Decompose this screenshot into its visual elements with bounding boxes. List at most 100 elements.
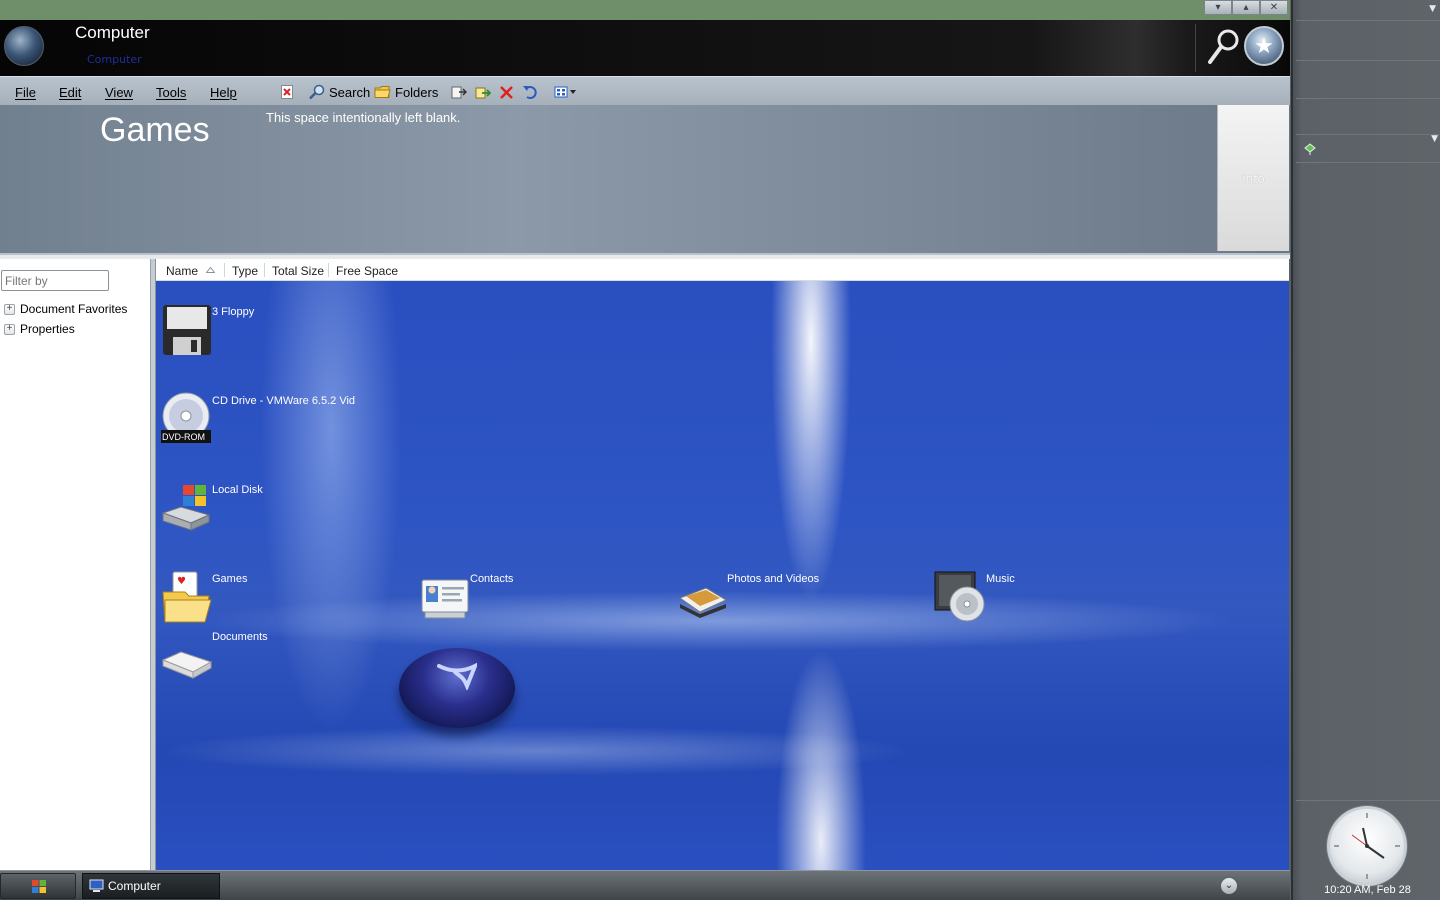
folders-label: Folders [395,84,439,100]
navigation-pane: + Document Favorites + Properties [0,259,151,870]
item-label: Local Disk [212,484,263,496]
delete-document-icon [281,85,293,99]
star-orb-icon[interactable]: ★ [1244,26,1284,66]
banner-description: This space intentionally left blank. [266,110,461,125]
magnifier-icon [309,84,325,100]
tray-expand-icon[interactable]: ⌄ [1221,878,1237,894]
sidebar-divider [1296,162,1440,163]
music-cd-icon [934,571,985,622]
header-divider [1195,24,1196,72]
item-label: Contacts [470,573,514,585]
sidebar-arrow-icon[interactable]: ▼ [1431,134,1438,144]
search-label: Search [329,84,371,100]
column-type[interactable]: Type [232,264,258,278]
explorer-header: Computer Computer ★ [0,20,1290,76]
move-to-button[interactable] [451,83,471,101]
content-area: 3 Floppy DVD-ROM CD Drive - VMWare 6.5.2… [156,281,1289,870]
sort-ascending-icon [206,267,215,273]
decorative-orb [399,648,515,728]
file-list-pane: Name Type Total Size Free Space 3 Floppy [156,259,1289,870]
copy-to-button[interactable] [475,83,495,101]
taskbar-button-label: Computer [108,879,161,893]
item-cd-drive[interactable]: DVD-ROM CD Drive - VMWare 6.5.2 Vid [160,392,355,447]
gadget-icon[interactable] [1303,142,1317,156]
info-panel[interactable]: info [1217,105,1289,251]
menu-bar: File Edit View Tools Help Search Folders [0,76,1290,105]
column-separator[interactable] [224,263,225,277]
clock-icon [1334,813,1400,879]
delete-button[interactable] [499,83,518,101]
item-label: 3 Floppy [212,306,255,318]
tree-item-document-favorites[interactable]: + Document Favorites [4,302,127,316]
window-frame-strip [0,0,1290,20]
menu-file[interactable]: File [15,85,36,100]
taskbar: Computer ⌄ [0,870,1290,900]
item-music[interactable]: Music [933,570,1015,627]
item-local-disk[interactable]: Local Disk [161,481,263,536]
item-floppy[interactable]: 3 Floppy [161,303,254,358]
back-button[interactable] [4,26,73,66]
folders-button[interactable]: Folders [374,83,438,101]
tree-item-label: Document Favorites [20,302,128,316]
sidebar-divider [1296,60,1440,61]
item-label: Music [986,573,1015,585]
column-total-size[interactable]: Total Size [272,264,324,278]
column-headers: Name Type Total Size Free Space [156,259,1289,281]
item-games[interactable]: ♥ Games [161,570,247,627]
menu-tools[interactable]: Tools [156,85,186,100]
floppy-drive-icon [163,305,211,355]
games-folder-icon: ♥ [162,571,212,623]
clock-gadget[interactable] [1327,806,1407,886]
item-photos-videos[interactable]: Photos and Videos [676,570,819,625]
maximize-button[interactable]: ▴ [1232,0,1260,15]
local-disk-icon [161,485,211,531]
tree-item-label: Properties [20,322,75,336]
start-button[interactable] [0,873,76,899]
item-label: Documents [212,631,268,643]
search-icon[interactable] [1207,28,1241,66]
copy-to-icon [475,87,491,98]
column-separator[interactable] [264,263,265,277]
item-contacts[interactable]: Contacts [419,570,513,625]
column-name[interactable]: Name [166,264,198,278]
clock-time-label: 10:20 AM, Feb 28 [1324,884,1411,896]
delete-doc-button[interactable] [281,83,297,101]
search-button[interactable]: Search [308,83,370,101]
info-banner: Games This space intentionally left blan… [0,105,1290,255]
windows-logo-icon [32,880,46,893]
views-grid-icon [554,86,576,98]
sidebar-divider [1296,98,1440,99]
svg-text:♥: ♥ [177,576,186,587]
minimize-button[interactable]: ▾ [1204,0,1232,15]
folder-icon [374,86,391,98]
menu-edit[interactable]: Edit [59,85,81,100]
move-to-icon [451,86,467,98]
orb-logo-icon [437,662,477,690]
menu-help[interactable]: Help [210,85,237,100]
delete-x-icon [500,85,513,99]
views-button[interactable] [554,83,582,101]
contacts-card-icon [421,579,469,619]
documents-icon [161,651,213,679]
column-free-space[interactable]: Free Space [336,264,398,278]
window-subtitle: Computer [87,53,142,66]
close-button[interactable]: ✕ [1260,0,1288,15]
menu-view[interactable]: View [105,85,133,100]
computer-icon [89,879,104,892]
photos-videos-icon [678,587,728,618]
sidebar-arrow-icon[interactable]: ▼ [1429,4,1436,14]
tree-item-properties[interactable]: + Properties [4,322,75,336]
column-separator[interactable] [328,263,329,277]
windows-sidebar: ▼ ▼ 10:20 AM, Feb 28 [1291,0,1440,900]
undo-button[interactable] [522,83,542,101]
expand-icon[interactable]: + [4,323,15,335]
filter-input[interactable] [1,270,109,291]
item-label: CD Drive - VMWare 6.5.2 Vid [212,395,356,407]
taskbar-button-computer[interactable]: Computer [82,873,220,899]
expand-icon[interactable]: + [4,303,15,315]
undo-icon [523,85,537,99]
item-documents[interactable]: Documents [161,628,268,683]
window-caption-buttons: ▾ ▴ ✕ [1204,0,1288,16]
sidebar-divider [1296,134,1440,135]
sidebar-divider [1296,20,1440,21]
